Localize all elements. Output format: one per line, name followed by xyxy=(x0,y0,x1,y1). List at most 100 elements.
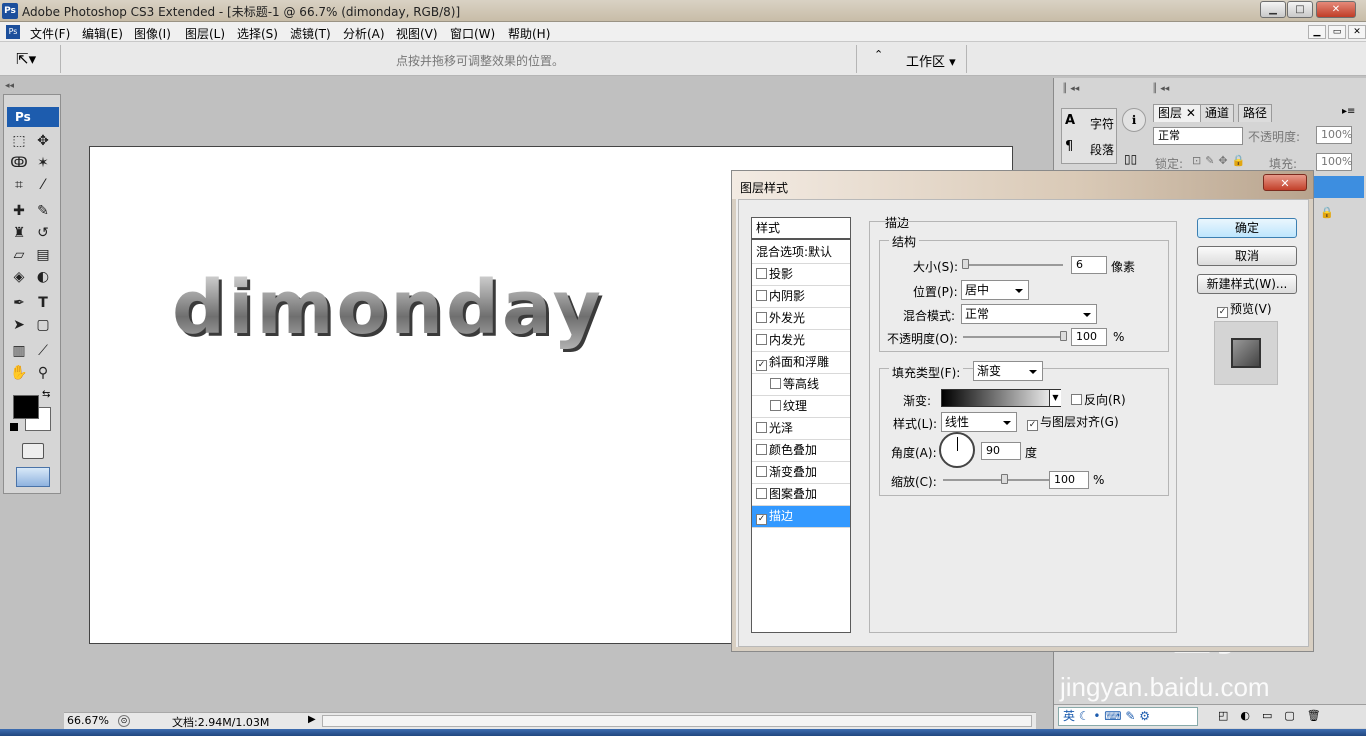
style-item-checkbox[interactable] xyxy=(756,422,767,433)
blend-options-default[interactable]: 混合选项:默认 xyxy=(752,242,850,264)
marquee-tool-icon[interactable]: ⬚ xyxy=(9,131,29,151)
style-item-checkbox[interactable] xyxy=(756,268,767,279)
clone-stamp-tool-icon[interactable]: ♜ xyxy=(9,223,29,243)
menu-image[interactable]: 图像(I) xyxy=(134,25,171,42)
style-item[interactable]: 投影 xyxy=(752,264,850,286)
status-menu-arrow-icon[interactable]: ▶ xyxy=(308,714,316,725)
ok-button[interactable]: 确定 xyxy=(1197,218,1297,238)
notes-tool-icon[interactable]: ▥ xyxy=(9,341,29,361)
reverse-checkbox-box[interactable] xyxy=(1071,394,1082,405)
history-panel-icon[interactable]: ▯▯ xyxy=(1124,152,1137,166)
style-item[interactable]: 外发光 xyxy=(752,308,850,330)
align-with-layer-checkbox[interactable]: ✓ 与图层对齐(G) xyxy=(1027,413,1119,431)
zoom-level[interactable]: 66.67% xyxy=(67,714,109,727)
style-item-checkbox[interactable] xyxy=(756,334,767,345)
style-item[interactable]: 等高线 xyxy=(752,374,850,396)
layer-blend-mode-select[interactable]: 正常 xyxy=(1153,127,1243,145)
size-slider[interactable] xyxy=(963,264,1063,266)
style-item-checkbox[interactable]: ✓ xyxy=(756,514,767,525)
toolbox-collapse-icon[interactable]: ◂◂ xyxy=(5,81,14,91)
style-item-checkbox[interactable] xyxy=(756,444,767,455)
maximize-button[interactable]: □ xyxy=(1287,1,1313,18)
style-item[interactable]: ✓ 描边 xyxy=(752,506,850,528)
paragraph-panel-icon[interactable]: ¶ xyxy=(1065,139,1073,154)
crop-tool-icon[interactable]: ⌗ xyxy=(9,175,29,195)
style-item-checkbox[interactable] xyxy=(756,290,767,301)
style-item[interactable]: 内阴影 xyxy=(752,286,850,308)
healing-brush-tool-icon[interactable]: ✚ xyxy=(9,201,29,221)
paragraph-panel-label[interactable]: 段落 xyxy=(1090,141,1114,158)
gradient-style-select[interactable]: 线性 xyxy=(941,412,1017,432)
menu-window[interactable]: 窗口(W) xyxy=(450,25,495,42)
shape-tool-icon[interactable]: ▢ xyxy=(33,315,53,335)
panel-grip-icon[interactable]: ║ ◂◂ xyxy=(1062,84,1079,94)
opacity-slider-thumb[interactable] xyxy=(1060,331,1067,341)
default-colors-icon[interactable] xyxy=(10,423,18,431)
tab-paths[interactable]: 路径 xyxy=(1238,104,1273,122)
info-panel-icon[interactable]: ℹ xyxy=(1122,108,1146,132)
doc-restore-button[interactable]: ▭ xyxy=(1328,25,1346,39)
app-menu-icon[interactable]: Ps xyxy=(6,25,20,39)
gradient-picker[interactable] xyxy=(941,389,1061,407)
zoom-tool-icon[interactable]: ⚲ xyxy=(33,363,53,383)
eyedropper-tool-icon[interactable]: ⟋ xyxy=(33,341,53,361)
lasso-tool-icon[interactable]: ↂ xyxy=(9,153,29,173)
style-item-checkbox[interactable] xyxy=(770,400,781,411)
preview-checkbox[interactable]: ✓ 预览(V) xyxy=(1217,300,1272,318)
style-item[interactable]: 光泽 xyxy=(752,418,850,440)
dodge-tool-icon[interactable]: ◐ xyxy=(33,267,53,287)
menu-select[interactable]: 选择(S) xyxy=(237,25,278,42)
menu-file[interactable]: 文件(F) xyxy=(30,25,70,42)
menu-filter[interactable]: 滤镜(T) xyxy=(290,25,331,42)
minimize-button[interactable]: ▁ xyxy=(1260,1,1286,18)
tab-channels[interactable]: 通道 xyxy=(1200,104,1235,122)
style-item-checkbox[interactable]: ✓ xyxy=(756,360,767,371)
panel-menu-icon[interactable]: ▸≡ xyxy=(1342,106,1355,117)
style-item-checkbox[interactable] xyxy=(756,312,767,323)
brush-tool-icon[interactable]: ✎ xyxy=(33,201,53,221)
cancel-button[interactable]: 取消 xyxy=(1197,246,1297,266)
angle-input[interactable]: 90 xyxy=(981,442,1021,460)
close-button[interactable]: ✕ xyxy=(1316,1,1356,18)
blur-tool-icon[interactable]: ◈ xyxy=(9,267,29,287)
horizontal-scrollbar[interactable] xyxy=(322,715,1032,727)
screen-mode-icon[interactable] xyxy=(16,467,50,487)
style-item[interactable]: 渐变叠加 xyxy=(752,462,850,484)
status-info-icon[interactable]: ⊙ xyxy=(118,715,130,727)
gradient-tool-icon[interactable]: ▤ xyxy=(33,245,53,265)
style-item-checkbox[interactable] xyxy=(756,488,767,499)
workspace-menu[interactable]: 工作区 ▾ xyxy=(906,51,956,70)
style-item[interactable]: 颜色叠加 xyxy=(752,440,850,462)
style-item-checkbox[interactable] xyxy=(770,378,781,389)
lock-options-icon[interactable]: ⊡✎✥🔒 xyxy=(1192,154,1249,167)
dialog-close-button[interactable]: ✕ xyxy=(1263,174,1307,191)
style-item[interactable]: ✓ 斜面和浮雕 xyxy=(752,352,850,374)
quick-mask-icon[interactable] xyxy=(22,443,44,459)
path-selection-tool-icon[interactable]: ➤ xyxy=(9,315,29,335)
magic-wand-tool-icon[interactable]: ✶ xyxy=(33,153,53,173)
slice-tool-icon[interactable]: ⁄ xyxy=(33,175,53,195)
angle-dial[interactable] xyxy=(939,432,975,468)
scale-slider-thumb[interactable] xyxy=(1001,474,1008,484)
hand-tool-icon[interactable]: ✋ xyxy=(9,363,29,383)
menu-view[interactable]: 视图(V) xyxy=(396,25,438,42)
layer-footer-icons[interactable]: ◰◐▭▢🗑 xyxy=(1218,709,1333,722)
scale-input[interactable]: 100 xyxy=(1049,471,1089,489)
opacity-input[interactable]: 100 xyxy=(1071,328,1107,346)
palette-well-icon[interactable]: ⌃ xyxy=(874,48,883,61)
menu-edit[interactable]: 编辑(E) xyxy=(82,25,123,42)
menu-analysis[interactable]: 分析(A) xyxy=(343,25,385,42)
history-brush-tool-icon[interactable]: ↺ xyxy=(33,223,53,243)
foreground-color-swatch[interactable] xyxy=(13,395,39,419)
swap-colors-icon[interactable]: ⇆ xyxy=(42,389,50,400)
preview-checkbox-box[interactable]: ✓ xyxy=(1217,307,1228,318)
layer-opacity-field[interactable]: 100% xyxy=(1316,126,1352,144)
style-item[interactable]: 纹理 xyxy=(752,396,850,418)
pen-tool-icon[interactable]: ✒ xyxy=(9,293,29,313)
move-tool-preset-icon[interactable]: ⇱▾ xyxy=(16,50,36,68)
align-checkbox-box[interactable]: ✓ xyxy=(1027,420,1038,431)
doc-minimize-button[interactable]: ▁ xyxy=(1308,25,1326,39)
tab-layers[interactable]: 图层 ✕ xyxy=(1153,104,1201,122)
size-slider-thumb[interactable] xyxy=(962,259,969,269)
reverse-checkbox[interactable]: 反向(R) xyxy=(1071,391,1126,408)
